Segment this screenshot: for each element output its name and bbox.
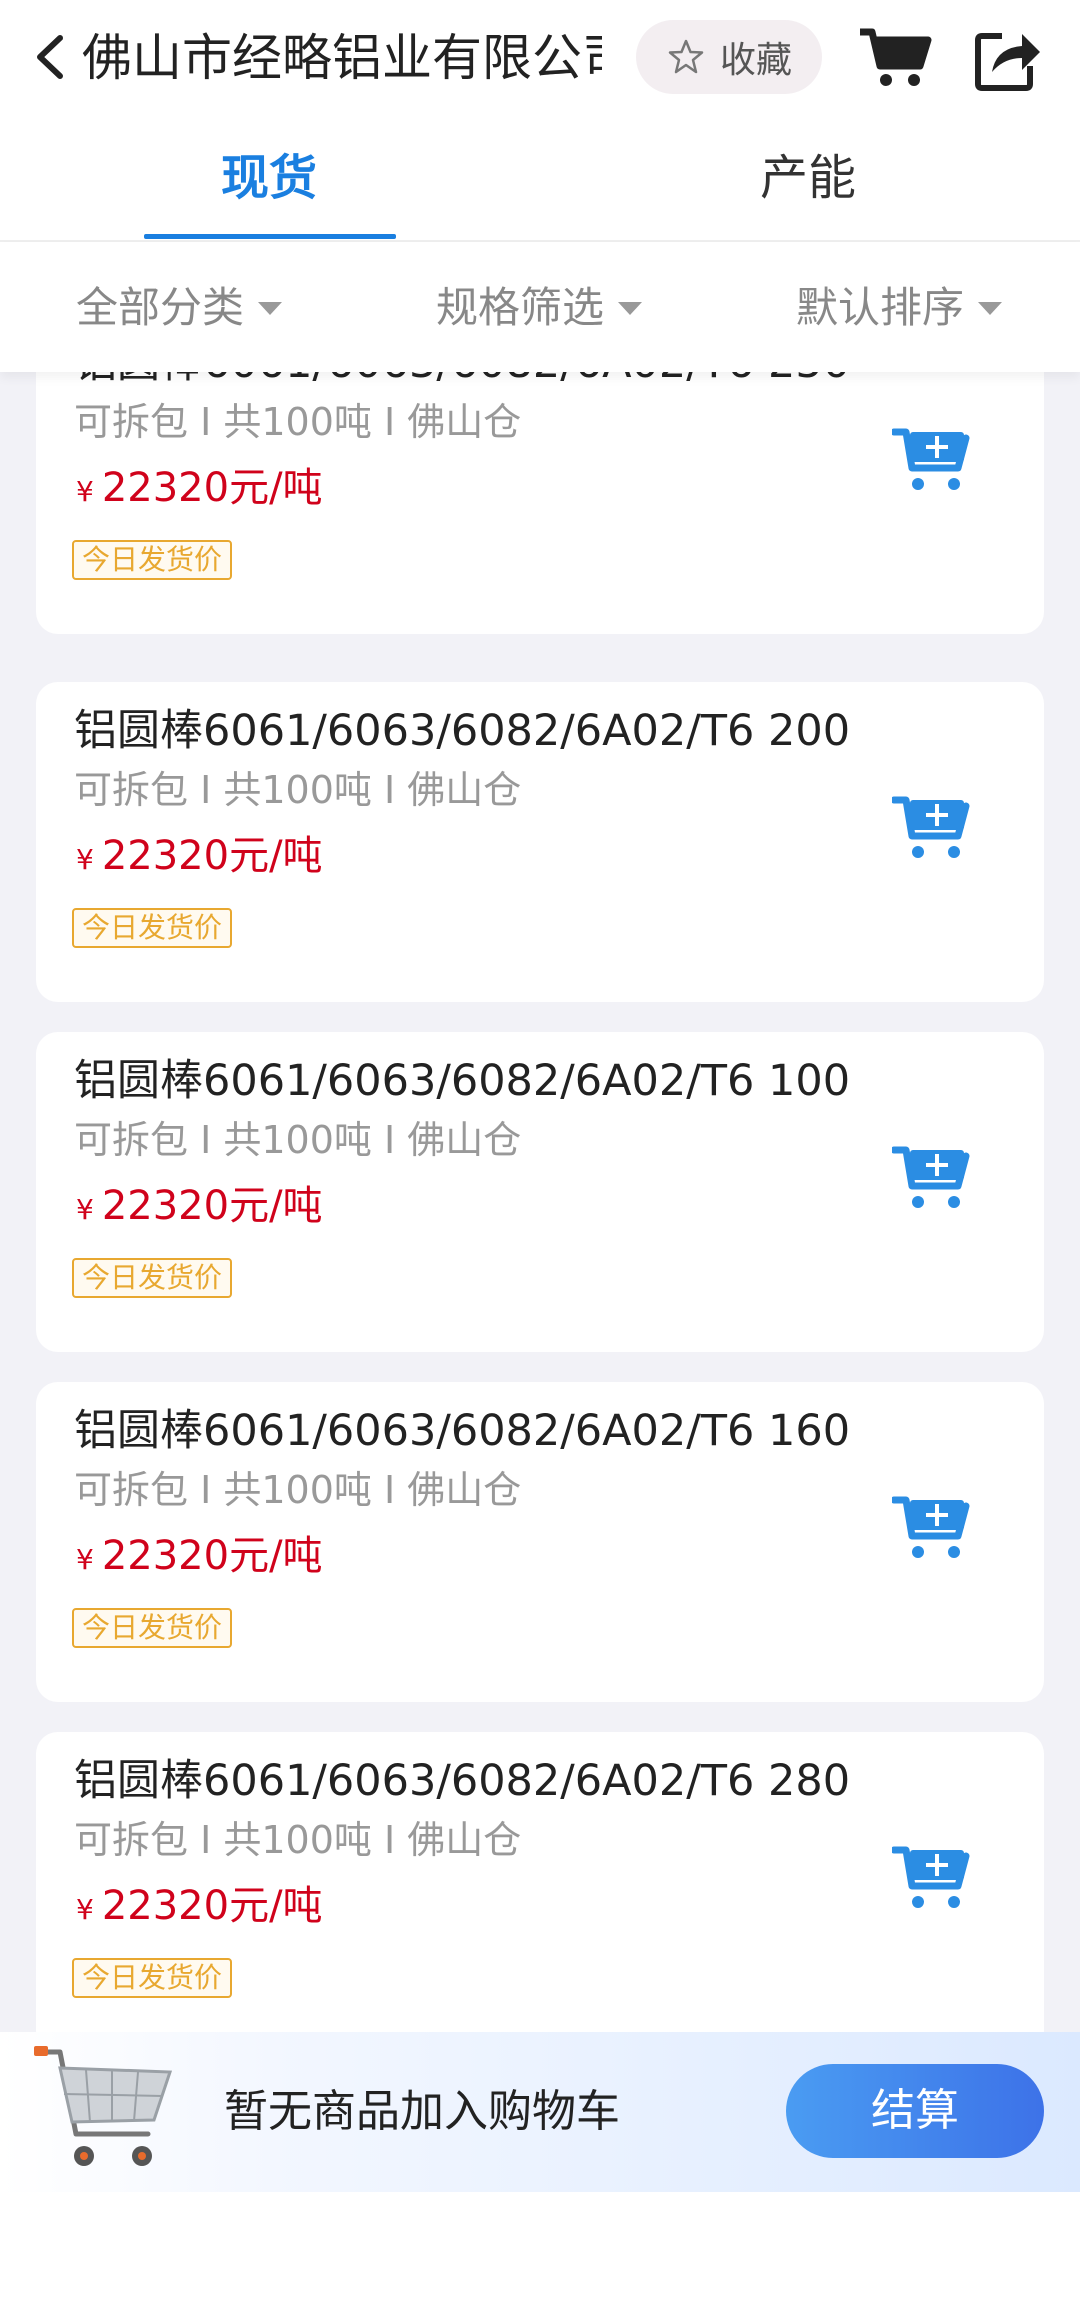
filter-spec[interactable]: 规格筛选: [436, 280, 643, 336]
filter-category-label: 全部分类: [76, 283, 245, 332]
product-meta: 可拆包 I 共100吨 I 佛山仓: [74, 1468, 522, 1512]
product-meta: 可拆包 I 共100吨 I 佛山仓: [74, 400, 522, 444]
favorite-label: 收藏: [719, 40, 792, 81]
product-price: ¥22320元/吨: [76, 1178, 323, 1242]
active-tab-indicator: [144, 234, 396, 239]
share-icon[interactable]: [972, 22, 1044, 92]
price-badge: 今日发货价: [72, 908, 233, 948]
price-value: 22320元/吨: [101, 1883, 323, 1929]
checkout-button[interactable]: 结算: [786, 2064, 1044, 2158]
star-icon: [668, 39, 704, 74]
price-value: 22320元/吨: [101, 1183, 323, 1229]
product-name: 铝圆棒6061/6063/6082/6A02/T6 200: [74, 706, 851, 756]
filter-sort[interactable]: 默认排序: [796, 280, 1003, 336]
product-name: 铝圆棒6061/6063/6082/6A02/T6 100: [74, 1056, 851, 1106]
cart-bar: 暂无商品加入购物车 结算: [0, 2032, 1080, 2192]
price-badge: 今日发货价: [72, 540, 233, 580]
product-card[interactable]: 铝圆棒6061/6063/6082/6A02/T6 100 可拆包 I 共100…: [36, 1032, 1044, 1352]
currency-symbol: ¥: [76, 1543, 94, 1576]
currency-symbol: ¥: [76, 475, 94, 508]
page-title: 佛山市经略铝业有限公司: [82, 29, 602, 87]
price-badge: 今日发货价: [72, 1608, 233, 1648]
price-value: 22320元/吨: [101, 1533, 323, 1579]
currency-symbol: ¥: [76, 1193, 94, 1226]
add-to-cart-icon[interactable]: [892, 1494, 972, 1564]
add-to-cart-icon[interactable]: [892, 1144, 972, 1214]
product-list[interactable]: 铝圆棒6061/6063/6082/6A02/T6 250 可拆包 I 共100…: [0, 372, 1080, 2032]
caret-down-icon: [618, 301, 643, 315]
price-value: 22320元/吨: [101, 465, 323, 511]
top-bar: 佛山市经略铝业有限公司 收藏: [0, 0, 1080, 118]
tab-bar: 现货 产能: [0, 118, 1080, 242]
back-arrow-icon[interactable]: [30, 32, 70, 82]
shopping-cart-illustration: [34, 2046, 173, 2166]
filter-category[interactable]: 全部分类: [76, 280, 283, 336]
caret-down-icon: [978, 301, 1003, 315]
tab-spot[interactable]: 现货: [144, 148, 394, 208]
filter-spec-label: 规格筛选: [436, 283, 605, 332]
product-price: ¥22320元/吨: [76, 460, 323, 524]
add-to-cart-icon[interactable]: [892, 426, 972, 496]
filter-sort-label: 默认排序: [796, 283, 965, 332]
bottom-spacer: [0, 2192, 1080, 2305]
empty-cart-text: 暂无商品加入购物车: [224, 2086, 620, 2137]
currency-symbol: ¥: [76, 843, 94, 876]
product-name: 铝圆棒6061/6063/6082/6A02/T6 280: [74, 1756, 851, 1806]
product-meta: 可拆包 I 共100吨 I 佛山仓: [74, 1818, 522, 1862]
product-card[interactable]: 铝圆棒6061/6063/6082/6A02/T6 160 可拆包 I 共100…: [36, 1382, 1044, 1702]
product-price: ¥22320元/吨: [76, 1878, 323, 1942]
price-value: 22320元/吨: [101, 833, 323, 879]
product-card[interactable]: 铝圆棒6061/6063/6082/6A02/T6 250 可拆包 I 共100…: [36, 372, 1044, 634]
add-to-cart-icon[interactable]: [892, 794, 972, 864]
add-to-cart-icon[interactable]: [892, 1844, 972, 1914]
product-card[interactable]: 铝圆棒6061/6063/6082/6A02/T6 280 可拆包 I 共100…: [36, 1732, 1044, 2032]
product-name: 铝圆棒6061/6063/6082/6A02/T6 250: [74, 372, 850, 392]
favorite-button[interactable]: 收藏: [636, 20, 822, 94]
cart-icon[interactable]: [858, 26, 932, 90]
caret-down-icon: [258, 301, 283, 315]
tab-capacity[interactable]: 产能: [760, 148, 860, 208]
price-badge: 今日发货价: [72, 1258, 233, 1298]
filter-bar: 全部分类 规格筛选 默认排序: [0, 242, 1080, 372]
price-badge: 今日发货价: [72, 1958, 233, 1998]
product-card[interactable]: 铝圆棒6061/6063/6082/6A02/T6 200 可拆包 I 共100…: [36, 682, 1044, 1002]
product-price: ¥22320元/吨: [76, 1528, 323, 1592]
product-name: 铝圆棒6061/6063/6082/6A02/T6 160: [74, 1406, 851, 1456]
product-meta: 可拆包 I 共100吨 I 佛山仓: [74, 1118, 522, 1162]
product-meta: 可拆包 I 共100吨 I 佛山仓: [74, 768, 522, 812]
product-price: ¥22320元/吨: [76, 828, 323, 892]
currency-symbol: ¥: [76, 1893, 94, 1926]
